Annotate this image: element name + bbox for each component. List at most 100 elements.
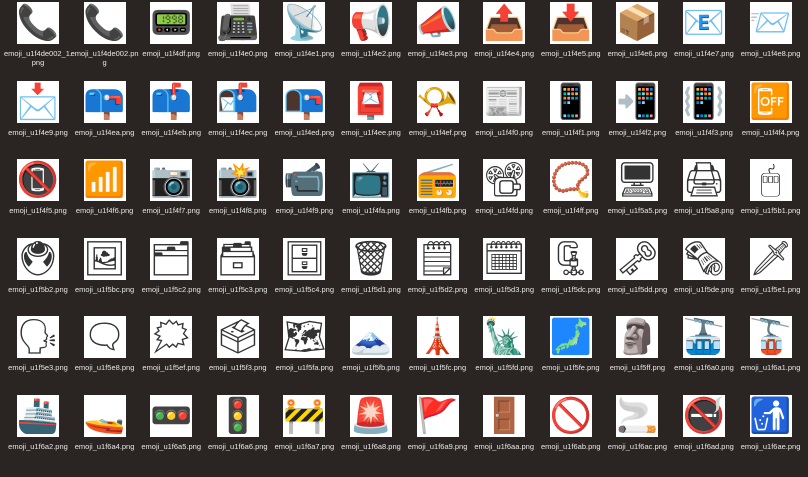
file-item[interactable]: 📱 emoji_u1f4f1.png: [536, 80, 606, 159]
file-item[interactable]: 🖨 emoji_u1f5a8.png: [669, 159, 739, 237]
file-item[interactable]: 🚤 emoji_u1f6a4.png: [70, 394, 140, 473]
file-item[interactable]: 📳 emoji_u1f4f3.png: [669, 80, 739, 159]
speedboat-icon: 🚤: [83, 394, 126, 437]
old-key-icon: 🗝: [616, 237, 659, 280]
file-name-label: emoji_u1f4de002.png: [70, 49, 139, 67]
file-item[interactable]: 📯 emoji_u1f4ef.png: [403, 80, 473, 159]
file-name-label: emoji_u1f5bc.png: [74, 284, 135, 294]
file-item[interactable]: 📽 emoji_u1f4fd.png: [469, 159, 539, 237]
file-item[interactable]: 🗡 emoji_u1f5e1.png: [736, 237, 806, 316]
file-item[interactable]: 📿 emoji_u1f4ff.png: [536, 159, 606, 237]
file-name-label: emoji_u1f6a1.png: [740, 363, 801, 372]
file-item[interactable]: 🗞 emoji_u1f5de.png: [669, 237, 739, 316]
file-item[interactable]: 📰 emoji_u1f4f0.png: [469, 80, 539, 159]
file-item[interactable]: 📹 emoji_u1f4f9.png: [269, 159, 339, 237]
file-name-label: emoji_u1f5e3.png: [8, 363, 68, 372]
file-item[interactable]: 🚡 emoji_u1f6a1.png: [736, 316, 806, 394]
file-name-label: emoji_u1f6a0.png: [674, 363, 734, 372]
file-item[interactable]: 🚭 emoji_u1f6ad.png: [669, 394, 739, 473]
file-item[interactable]: 📬 emoji_u1f4ec.png: [203, 80, 273, 159]
file-item[interactable]: 🚮 emoji_u1f6ae.png: [736, 394, 806, 473]
file-name-label: emoji_u1f5fb.png: [342, 363, 400, 372]
file-item[interactable]: 🗃 emoji_u1f5c3.png: [203, 237, 273, 316]
file-item[interactable]: 🗳 emoji_u1f5f3.png: [203, 316, 273, 394]
file-item[interactable]: 📴 emoji_u1f4f4.png: [736, 80, 806, 159]
door-icon: 🚪: [483, 394, 526, 437]
file-item[interactable]: 🗿 emoji_u1f5ff.png: [602, 316, 672, 394]
file-item[interactable]: 📠 emoji_u1f4e0.png: [203, 2, 273, 80]
file-item[interactable]: 🖲 emoji_u1f5b2.png: [3, 237, 73, 316]
file-item[interactable]: 📸 emoji_u1f4f8.png: [203, 159, 273, 237]
file-item[interactable]: 🚩 emoji_u1f6a9.png: [403, 394, 473, 473]
file-item[interactable]: 📭 emoji_u1f4ed.png: [269, 80, 339, 159]
spiral-calendar-icon: 🗓: [483, 237, 526, 280]
file-item[interactable]: 🗾 emoji_u1f5fe.png: [536, 316, 606, 394]
file-item[interactable]: 📣 emoji_u1f4e3.png: [403, 2, 473, 80]
file-item[interactable]: 📪 emoji_u1f4ea.png: [70, 80, 140, 159]
file-name-label: emoji_u1f4f9.png: [275, 206, 334, 215]
file-name-label: emoji_u1f6a7.png: [274, 441, 335, 451]
file-name-label: emoji_u1f4f3.png: [675, 127, 733, 137]
file-item[interactable]: 🗨 emoji_u1f5e8.png: [70, 316, 140, 394]
anger-bubble-icon: 🗯: [150, 316, 193, 358]
file-item[interactable]: 📥 emoji_u1f4e5.png: [536, 2, 606, 80]
file-item[interactable]: 📨 emoji_u1f4e8.png: [736, 2, 806, 80]
file-item[interactable]: 🗂 emoji_u1f5c2.png: [136, 237, 206, 316]
file-name-label: emoji_u1f5ff.png: [609, 363, 666, 372]
file-name-label: emoji_u1f4e8.png: [740, 49, 801, 58]
file-item[interactable]: 🗄 emoji_u1f5c4.png: [269, 237, 339, 316]
mountain-cableway-icon: 🚠: [683, 316, 725, 358]
vertical-traffic-light-icon: 🚦: [216, 394, 259, 437]
file-item[interactable]: 📩 emoji_u1f4e9.png: [3, 80, 73, 159]
file-name-label: emoji_u1f4fa.png: [342, 206, 400, 215]
file-item[interactable]: 📤 emoji_u1f4e4.png: [469, 2, 539, 80]
file-item[interactable]: 🖱 emoji_u1f5b1.png: [736, 159, 806, 237]
file-item[interactable]: 📦 emoji_u1f4e6.png: [602, 2, 672, 80]
file-item[interactable]: 🗯 emoji_u1f5ef.png: [136, 316, 206, 394]
file-item[interactable]: 🖥 emoji_u1f5a5.png: [602, 159, 672, 237]
inbox-tray-icon: 📥: [549, 2, 592, 44]
file-item[interactable]: 🗻 emoji_u1f5fb.png: [336, 316, 406, 394]
file-name-label: emoji_u1f6ae.png: [740, 441, 801, 451]
file-item[interactable]: 🚦 emoji_u1f6a6.png: [203, 394, 273, 473]
file-item[interactable]: 🚥 emoji_u1f6a5.png: [136, 394, 206, 473]
triangular-flag-icon: 🚩: [416, 394, 459, 437]
file-item[interactable]: 🗑 emoji_u1f5d1.png: [336, 237, 406, 316]
file-item[interactable]: 📧 emoji_u1f4e7.png: [669, 2, 739, 80]
file-name-label: emoji_u1f4eb.png: [141, 127, 201, 137]
file-item[interactable]: 🚢 emoji_u1f6a2.png: [3, 394, 73, 473]
file-item[interactable]: 📫 emoji_u1f4eb.png: [136, 80, 206, 159]
file-item[interactable]: 📻 emoji_u1f4fb.png: [403, 159, 473, 237]
file-item[interactable]: 🚫 emoji_u1f6ab.png: [536, 394, 606, 473]
file-item[interactable]: 📲 emoji_u1f4f2.png: [602, 80, 672, 159]
file-name-label: emoji_u1f5a8.png: [674, 206, 734, 215]
file-name-label: emoji_u1f4f8.png: [209, 206, 267, 215]
file-item[interactable]: 🗒 emoji_u1f5d2.png: [403, 237, 473, 316]
framed-picture-icon: 🖼: [83, 237, 126, 280]
file-item[interactable]: 📡 emoji_u1f4e1.png: [269, 2, 339, 80]
file-item[interactable]: 📵 emoji_u1f4f5.png: [3, 159, 73, 237]
file-item[interactable]: 🗓 emoji_u1f5d3.png: [469, 237, 539, 316]
file-item[interactable]: 🗣 emoji_u1f5e3.png: [3, 316, 73, 394]
file-item[interactable]: 📟 emoji_u1f4df.png: [136, 2, 206, 80]
camera-with-flash-icon: 📸: [216, 159, 259, 201]
file-item[interactable]: 🗺 emoji_u1f5fa.png: [269, 316, 339, 394]
file-item[interactable]: 📞 emoji_u1f4de002_1.png: [3, 2, 73, 80]
file-item[interactable]: 🗝 emoji_u1f5dd.png: [602, 237, 672, 316]
file-item[interactable]: 🚠 emoji_u1f6a0.png: [669, 316, 739, 394]
file-item[interactable]: 📞 emoji_u1f4de002.png: [70, 2, 140, 80]
file-item[interactable]: 📺 emoji_u1f4fa.png: [336, 159, 406, 237]
file-item[interactable]: 🗜 emoji_u1f5dc.png: [536, 237, 606, 316]
file-item[interactable]: 🗼 emoji_u1f5fc.png: [403, 316, 473, 394]
file-item[interactable]: 📢 emoji_u1f4e2.png: [336, 2, 406, 80]
file-name-label: emoji_u1f5fd.png: [475, 363, 533, 372]
file-item[interactable]: 🚬 emoji_u1f6ac.png: [602, 394, 672, 473]
file-item[interactable]: 📮 emoji_u1f4ee.png: [336, 80, 406, 159]
file-item[interactable]: 🖼 emoji_u1f5bc.png: [70, 237, 140, 316]
file-item[interactable]: 🚧 emoji_u1f6a7.png: [269, 394, 339, 473]
file-item[interactable]: 🗽 emoji_u1f5fd.png: [469, 316, 539, 394]
file-item[interactable]: 🚨 emoji_u1f6a8.png: [336, 394, 406, 473]
file-item[interactable]: 📷 emoji_u1f4f7.png: [136, 159, 206, 237]
file-item[interactable]: 📶 emoji_u1f4f6.png: [70, 159, 140, 237]
file-item[interactable]: 🚪 emoji_u1f6aa.png: [469, 394, 539, 473]
